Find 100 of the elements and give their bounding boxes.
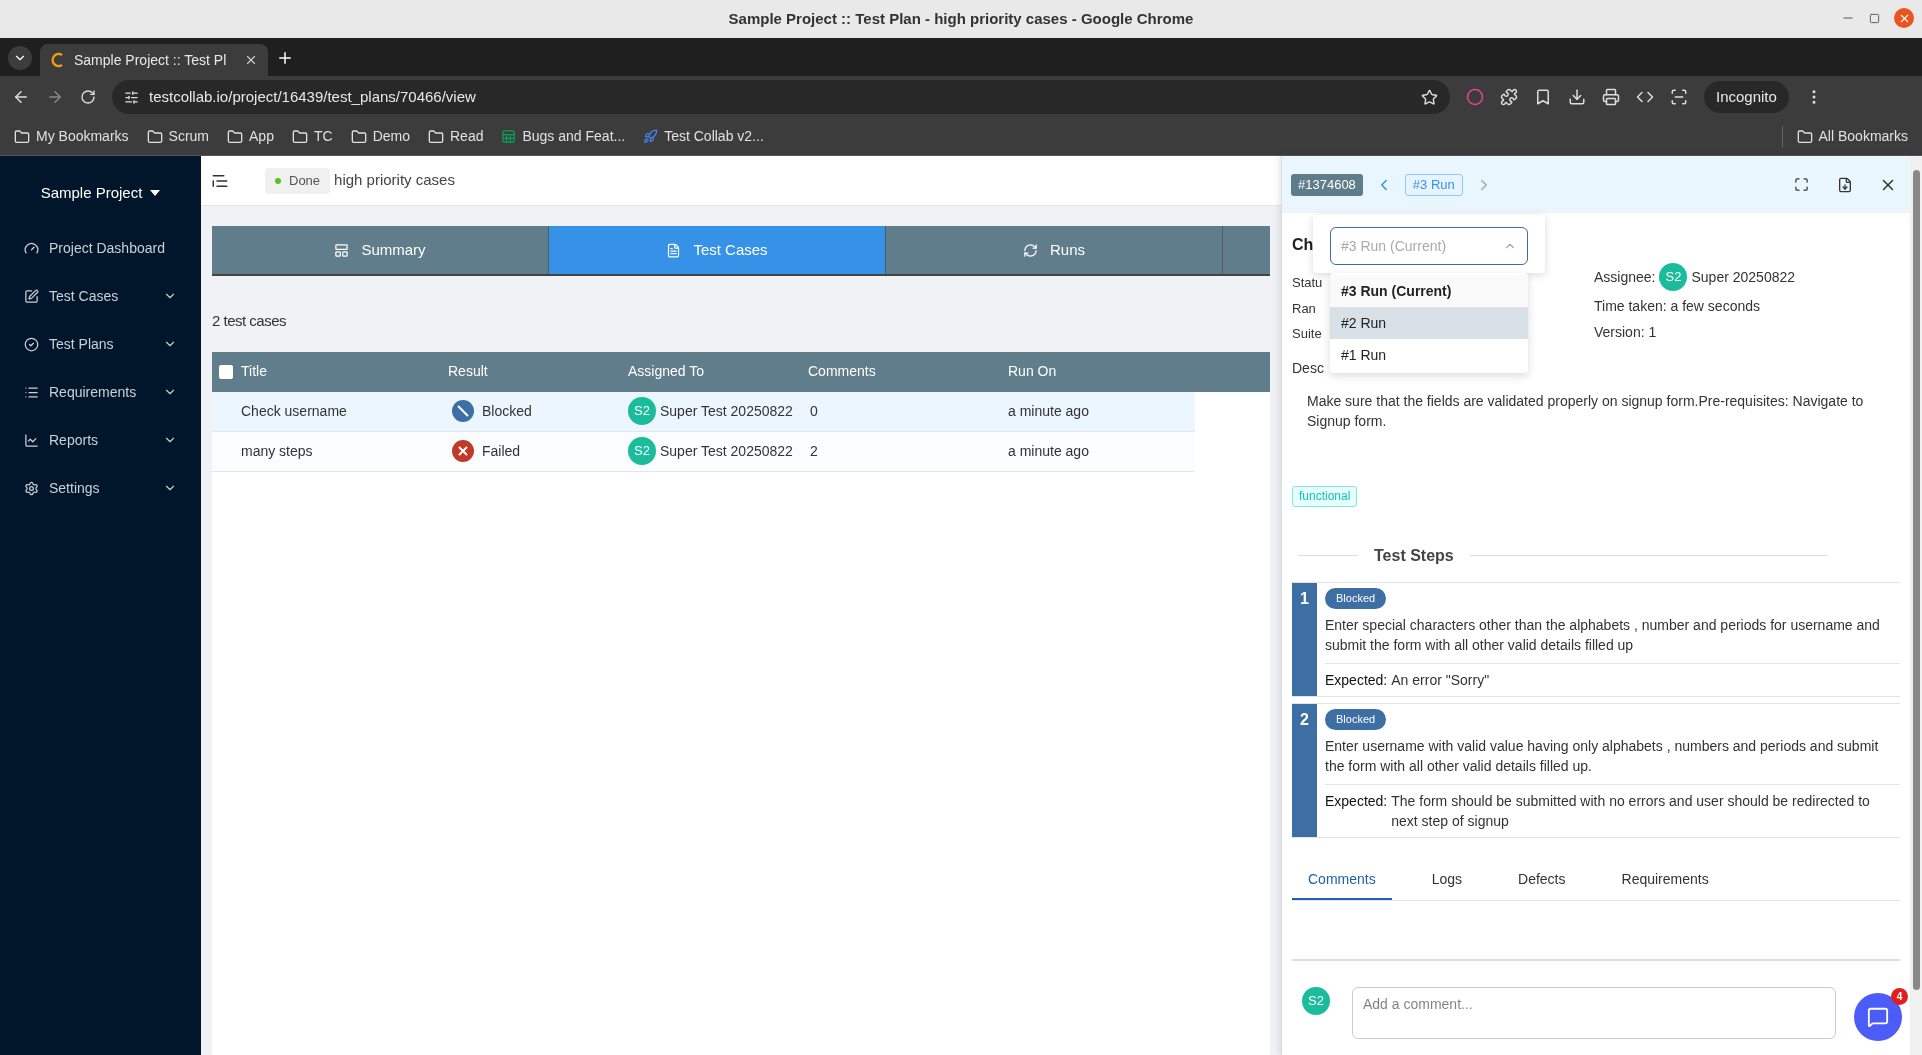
table-row[interactable]: many steps Failed S2 Super Test 20250822 2 a minute ago bbox=[212, 431, 1195, 472]
sidebar-item[interactable]: Settings bbox=[0, 464, 201, 512]
bookmark-item[interactable]: Bugs and Feat... bbox=[501, 126, 626, 147]
folder-icon bbox=[428, 128, 444, 145]
sidebar-item[interactable]: Reports bbox=[0, 416, 201, 464]
folder-icon bbox=[350, 128, 367, 145]
test-case-count: 2 test cases bbox=[212, 311, 288, 331]
run-option[interactable]: #2 Run bbox=[1330, 307, 1528, 339]
extensions-icon[interactable] bbox=[1500, 88, 1518, 106]
gear-icon bbox=[24, 480, 39, 496]
address-field[interactable]: testcollab.io/project/16439/test_plans/70466/view bbox=[112, 80, 1450, 114]
notification-badge: 4 bbox=[1891, 988, 1908, 1005]
window-title: Sample Project :: Test Plan - high priority cases - Google Chrome bbox=[728, 8, 1194, 29]
run-option[interactable]: #1 Run bbox=[1330, 339, 1528, 371]
user-avatar: S2 bbox=[628, 437, 656, 465]
description-text: Make sure that the fields are validated properly on signup form.Pre-requisites: Navigate to Signup form. bbox=[1307, 391, 1865, 431]
reload-icon[interactable] bbox=[80, 89, 96, 105]
time-taken: Time taken: a few seconds bbox=[1594, 297, 1761, 316]
table-row[interactable]: Check username Blocked S2 Super Test 20250822 0 a minute ago bbox=[212, 391, 1195, 432]
maximize-icon[interactable] bbox=[1869, 12, 1880, 24]
new-tab-icon[interactable] bbox=[276, 49, 294, 67]
sidebar-item[interactable]: Test Plans bbox=[0, 320, 201, 368]
bookmark-item[interactable]: Test Collab v2... bbox=[643, 126, 764, 147]
panel-tab[interactable]: Defects bbox=[1502, 861, 1582, 900]
sidebar-item[interactable]: Test Cases bbox=[0, 272, 201, 320]
case-id-badge: #1374608 bbox=[1291, 173, 1363, 196]
steps-heading: Test Steps bbox=[1374, 545, 1454, 566]
edit-icon bbox=[24, 288, 39, 304]
user-avatar: S2 bbox=[1302, 986, 1330, 1015]
sheet-icon bbox=[501, 129, 517, 144]
blocked-icon bbox=[452, 400, 474, 422]
comment-field[interactable]: Add a comment... bbox=[1352, 986, 1836, 1039]
sidebar-item[interactable]: Requirements bbox=[0, 368, 201, 416]
bookmark-star-icon[interactable] bbox=[1421, 88, 1438, 106]
bookmark-item[interactable]: Scrum bbox=[146, 126, 210, 147]
step-status-badge: Blocked bbox=[1325, 587, 1387, 609]
tag: functional bbox=[1292, 485, 1358, 507]
field-label: Ran bbox=[1292, 299, 1316, 318]
field-label: Suite bbox=[1292, 325, 1322, 343]
rocket-icon bbox=[643, 129, 659, 144]
user-avatar: S2 bbox=[1659, 263, 1688, 291]
failed-icon bbox=[452, 440, 474, 462]
run-option[interactable]: #3 Run (Current) bbox=[1330, 275, 1528, 307]
list-icon bbox=[24, 384, 39, 400]
folder-icon bbox=[291, 128, 308, 145]
chat-button[interactable] bbox=[1854, 993, 1902, 1041]
panel-tab[interactable]: Comments bbox=[1292, 861, 1392, 900]
pdf-icon[interactable] bbox=[1837, 176, 1853, 193]
expand-icon[interactable] bbox=[1794, 177, 1809, 192]
version: Version: 1 bbox=[1594, 323, 1658, 342]
assignee-label: Assignee: bbox=[1594, 267, 1656, 287]
site-settings-icon[interactable] bbox=[124, 89, 139, 105]
extension-icon[interactable] bbox=[1466, 88, 1484, 106]
bookmarks-icon[interactable] bbox=[1534, 88, 1552, 106]
back-icon[interactable] bbox=[12, 88, 30, 106]
print-icon[interactable] bbox=[1602, 88, 1620, 106]
all-bookmarks-item[interactable]: All Bookmarks bbox=[1781, 126, 1908, 147]
profile-button[interactable]: Incognito bbox=[1704, 81, 1789, 113]
assignee-name: Super 20250822 bbox=[1691, 267, 1796, 287]
select-all-checkbox[interactable] bbox=[219, 364, 233, 379]
tab-list-button[interactable] bbox=[8, 46, 32, 70]
step-text: Enter special characters other than the alphabets , number and periods for username and submit the form with all other valid details filled up bbox=[1325, 615, 1881, 655]
step-text: Enter username with valid value having only alphabets , numbers and periods and submit the form with all other valid details filled up. bbox=[1325, 736, 1880, 776]
bookmark-item[interactable]: App bbox=[227, 126, 274, 147]
step-number: 1 bbox=[1292, 582, 1317, 696]
plan-title: high priority cases bbox=[334, 170, 455, 191]
expected-text: The form should be submitted with no errors and user should be redirected to next step of signup bbox=[1391, 791, 1871, 831]
refresh-icon bbox=[1023, 242, 1038, 258]
step-number: 2 bbox=[1292, 703, 1317, 837]
case-title: Ch bbox=[1292, 235, 1314, 255]
field-label: Statu bbox=[1292, 274, 1323, 292]
project-selector[interactable]: Sample Project bbox=[0, 166, 201, 220]
caret-down-icon bbox=[150, 190, 161, 196]
sidebar-item[interactable]: Project Dashboard bbox=[0, 224, 201, 272]
close-button[interactable] bbox=[1894, 8, 1914, 28]
expected-label: Expected: bbox=[1325, 670, 1388, 690]
bookmark-item[interactable]: Read bbox=[428, 126, 484, 147]
expected-label: Expected: bbox=[1325, 791, 1388, 811]
chat-icon bbox=[1867, 1006, 1889, 1028]
status-badge: Done bbox=[265, 167, 331, 194]
screenshot-icon[interactable] bbox=[1670, 88, 1688, 106]
download-icon[interactable] bbox=[1568, 88, 1586, 106]
panel-tab[interactable]: Requirements bbox=[1605, 861, 1725, 900]
check-icon bbox=[24, 336, 39, 352]
folder-icon bbox=[1796, 128, 1813, 145]
step-status-badge: Blocked bbox=[1325, 708, 1387, 730]
folder-icon bbox=[14, 128, 30, 145]
close-icon[interactable] bbox=[244, 53, 258, 67]
browser-tab[interactable]: Sample Project :: Test Pl bbox=[40, 44, 268, 76]
document-icon bbox=[666, 242, 682, 258]
user-avatar: S2 bbox=[628, 397, 656, 425]
bookmark-item[interactable]: TC bbox=[291, 126, 333, 147]
bookmark-item[interactable]: My Bookmarks bbox=[14, 126, 129, 147]
board-icon bbox=[334, 242, 350, 258]
chart-icon bbox=[24, 432, 39, 448]
bookmark-item[interactable]: Demo bbox=[350, 126, 410, 147]
scrollbar[interactable] bbox=[1910, 156, 1922, 1055]
table-header: Title Result Assigned To Comments Run On bbox=[212, 351, 1270, 392]
forward-icon[interactable] bbox=[46, 88, 64, 106]
panel-tab[interactable]: Logs bbox=[1415, 861, 1479, 900]
